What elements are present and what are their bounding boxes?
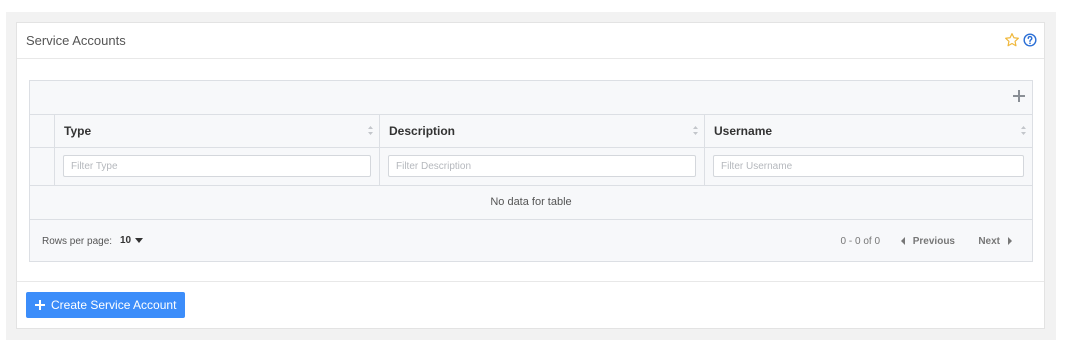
column-label-description: Description: [389, 124, 456, 138]
filter-username-input[interactable]: [713, 155, 1024, 177]
column-header-username[interactable]: Username: [705, 114, 1032, 147]
filter-cell-type: [55, 148, 380, 185]
panel-footer: Create Service Account: [17, 281, 1044, 328]
filter-type-input[interactable]: [63, 155, 371, 177]
previous-label: Previous: [912, 236, 955, 247]
chevron-left-icon: [900, 237, 905, 246]
select-column-filter: [30, 148, 55, 185]
filter-description-input[interactable]: [388, 155, 696, 177]
service-accounts-panel: Service Accounts Type Description Userna…: [16, 22, 1045, 329]
star-icon[interactable]: [1004, 32, 1020, 48]
previous-page-button[interactable]: Previous: [900, 236, 955, 247]
panel-title: Service Accounts: [26, 33, 126, 48]
sort-icon[interactable]: [692, 125, 699, 136]
filter-cell-username: [705, 148, 1032, 185]
table-filter-row: [30, 148, 1032, 186]
table-toolbar: [30, 81, 1032, 115]
chevron-right-icon: [1008, 237, 1012, 246]
add-row-icon[interactable]: [1012, 89, 1026, 103]
rows-per-page-select[interactable]: 10: [120, 235, 144, 246]
sort-icon[interactable]: [1020, 125, 1027, 136]
empty-table-row: No data for table: [30, 186, 1032, 220]
table-header-row: Type Description Username: [30, 114, 1032, 148]
pagination-range: 0 - 0 of 0: [840, 236, 880, 247]
rows-per-page-value: 10: [120, 235, 132, 246]
next-label: Next: [978, 236, 1000, 247]
column-label-username: Username: [714, 124, 773, 138]
column-label-type: Type: [64, 124, 92, 138]
table-pagination: Rows per page: 10 0 - 0 of 0 Previous Ne…: [30, 220, 1032, 261]
create-service-account-button[interactable]: Create Service Account: [26, 292, 186, 318]
next-page-button[interactable]: Next: [978, 236, 1012, 247]
help-icon[interactable]: [1023, 33, 1037, 47]
empty-table-message: No data for table: [490, 196, 572, 208]
rows-per-page-label: Rows per page:: [42, 236, 113, 247]
caret-down-icon: [135, 237, 144, 243]
column-header-description[interactable]: Description: [380, 114, 705, 147]
select-column-header: [30, 114, 55, 147]
plus-icon: [35, 300, 45, 310]
filter-cell-description: [380, 148, 705, 185]
page-background: Service Accounts Type Description Userna…: [6, 12, 1056, 340]
sort-icon[interactable]: [367, 125, 374, 136]
service-accounts-table: Type Description Username Filter Type Fi…: [29, 80, 1033, 262]
create-service-account-label: Create Service Account: [51, 298, 177, 312]
column-header-type[interactable]: Type: [55, 114, 380, 147]
panel-header: Service Accounts: [17, 23, 1044, 59]
